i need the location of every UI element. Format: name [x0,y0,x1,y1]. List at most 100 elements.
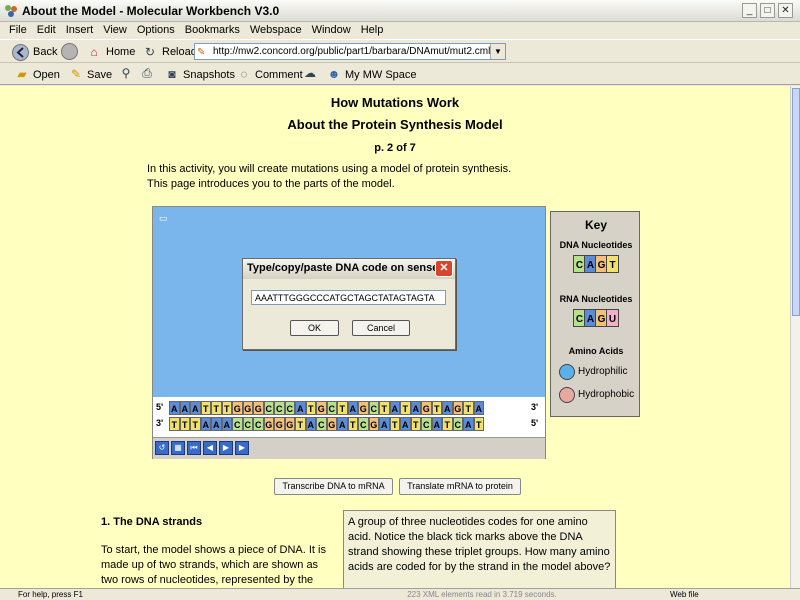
antisense-nucleotide[interactable]: A [305,417,316,431]
chat-icon[interactable]: ☁ [302,66,318,81]
antisense-nucleotide[interactable]: A [200,417,211,431]
menu-insert[interactable]: Insert [61,22,99,39]
sense-nucleotide[interactable]: G [452,401,463,415]
sense-nucleotide[interactable]: T [221,401,232,415]
antisense-nucleotide[interactable]: A [400,417,411,431]
sense-nucleotide[interactable]: A [410,401,421,415]
sense-nucleotide[interactable]: G [421,401,432,415]
sense-nucleotide[interactable]: A [190,401,201,415]
antisense-nucleotide[interactable]: C [421,417,432,431]
antisense-nucleotide[interactable]: T [389,417,400,431]
antisense-nucleotide[interactable]: T [473,417,484,431]
antisense-nucleotide[interactable]: A [379,417,390,431]
sense-nucleotide[interactable]: A [473,401,484,415]
menu-help[interactable]: Help [356,22,389,39]
sense-nucleotide[interactable]: G [242,401,253,415]
home-button[interactable]: ⌂ Home [86,42,135,62]
sense-nucleotide[interactable]: T [211,401,222,415]
forward-icon[interactable] [61,43,78,60]
antisense-nucleotide[interactable]: G [326,417,337,431]
menu-edit[interactable]: Edit [32,22,61,39]
minimize-button[interactable]: _ [742,3,757,18]
antisense-nucleotide[interactable]: C [242,417,253,431]
scrollbar-thumb[interactable] [792,88,800,316]
sense-nucleotide[interactable]: C [326,401,337,415]
step-forward-icon[interactable]: ▶ [219,441,233,455]
cancel-button[interactable]: Cancel [352,320,410,336]
sense-nucleotide[interactable]: A [442,401,453,415]
antisense-nucleotide[interactable]: T [190,417,201,431]
sense-nucleotide[interactable]: C [274,401,285,415]
find-icon[interactable]: ⚲ [118,66,134,81]
menu-view[interactable]: View [98,22,132,39]
antisense-nucleotide[interactable]: G [284,417,295,431]
grid-icon[interactable]: ▦ [171,441,185,455]
sense-nucleotide[interactable]: T [431,401,442,415]
antisense-nucleotide[interactable]: C [232,417,243,431]
sense-nucleotide[interactable]: T [337,401,348,415]
sense-nucleotide[interactable]: A [347,401,358,415]
sense-nucleotide[interactable]: T [400,401,411,415]
antisense-nucleotide[interactable]: A [221,417,232,431]
antisense-nucleotide[interactable]: A [431,417,442,431]
sense-nucleotide[interactable]: G [358,401,369,415]
back-button[interactable]: Back [12,42,57,62]
close-window-button[interactable]: ✕ [778,3,793,18]
antisense-nucleotide[interactable]: T [295,417,306,431]
sense-nucleotide[interactable]: A [389,401,400,415]
sense-strand[interactable]: AAATTTGGGCCCATGCTAGCTATAGTAGTA [169,401,484,415]
antisense-nucleotide[interactable]: C [452,417,463,431]
menu-window[interactable]: Window [307,22,356,39]
menu-bookmarks[interactable]: Bookmarks [180,22,245,39]
antisense-nucleotide[interactable]: T [410,417,421,431]
play-icon[interactable]: ▶ [235,441,249,455]
print-icon[interactable]: ⎙ [139,66,155,81]
sense-nucleotide[interactable]: C [368,401,379,415]
url-field[interactable]: ✎ http://mw2.concord.org/public/part1/ba… [194,43,506,60]
open-button[interactable]: ▰ Open [14,66,60,83]
antisense-nucleotide[interactable]: T [442,417,453,431]
antisense-nucleotide[interactable]: G [274,417,285,431]
vertical-scrollbar[interactable] [790,86,800,588]
sense-nucleotide[interactable]: C [284,401,295,415]
my-mw-space-button[interactable]: ☻ My MW Space [326,66,417,83]
antisense-nucleotide[interactable]: C [358,417,369,431]
sense-nucleotide[interactable]: A [295,401,306,415]
sense-nucleotide[interactable]: C [263,401,274,415]
antisense-nucleotide[interactable]: A [463,417,474,431]
antisense-nucleotide[interactable]: T [169,417,180,431]
menu-webspace[interactable]: Webspace [245,22,307,39]
sense-nucleotide[interactable]: T [305,401,316,415]
antisense-nucleotide[interactable]: T [347,417,358,431]
reset-icon[interactable]: ↺ [155,441,169,455]
sense-nucleotide[interactable]: A [179,401,190,415]
antisense-nucleotide[interactable]: A [337,417,348,431]
sense-nucleotide[interactable]: G [316,401,327,415]
antisense-strand[interactable]: TTTAAACCCGGGTACGATCGATATCATCAT [169,417,484,431]
antisense-nucleotide[interactable]: G [368,417,379,431]
comment-button[interactable]: ◌ Comment [236,66,302,83]
sense-nucleotide[interactable]: T [379,401,390,415]
menu-options[interactable]: Options [132,22,180,39]
translate-button[interactable]: Translate mRNA to protein [399,478,521,495]
transcribe-button[interactable]: Transcribe DNA to mRNA [274,478,393,495]
sense-nucleotide[interactable]: T [200,401,211,415]
menu-file[interactable]: File [4,22,32,39]
antisense-nucleotide[interactable]: T [179,417,190,431]
antisense-nucleotide[interactable]: A [211,417,222,431]
dna-code-input[interactable] [251,290,446,305]
antisense-nucleotide[interactable]: G [263,417,274,431]
step-back-icon[interactable]: ◀ [203,441,217,455]
sense-nucleotide[interactable]: G [253,401,264,415]
url-dropdown-icon[interactable]: ▼ [490,44,505,59]
ok-button[interactable]: OK [290,320,339,336]
save-button[interactable]: ✎ Save [68,66,112,83]
snapshots-button[interactable]: ◙ Snapshots [164,66,235,83]
dialog-close-icon[interactable]: ✕ [435,260,453,277]
sense-nucleotide[interactable]: A [169,401,180,415]
sense-nucleotide[interactable]: G [232,401,243,415]
maximize-button[interactable]: □ [760,3,775,18]
rewind-icon[interactable]: ⏮ [187,441,201,455]
sense-nucleotide[interactable]: T [463,401,474,415]
model-menu-icon[interactable]: ▭ [159,213,168,224]
